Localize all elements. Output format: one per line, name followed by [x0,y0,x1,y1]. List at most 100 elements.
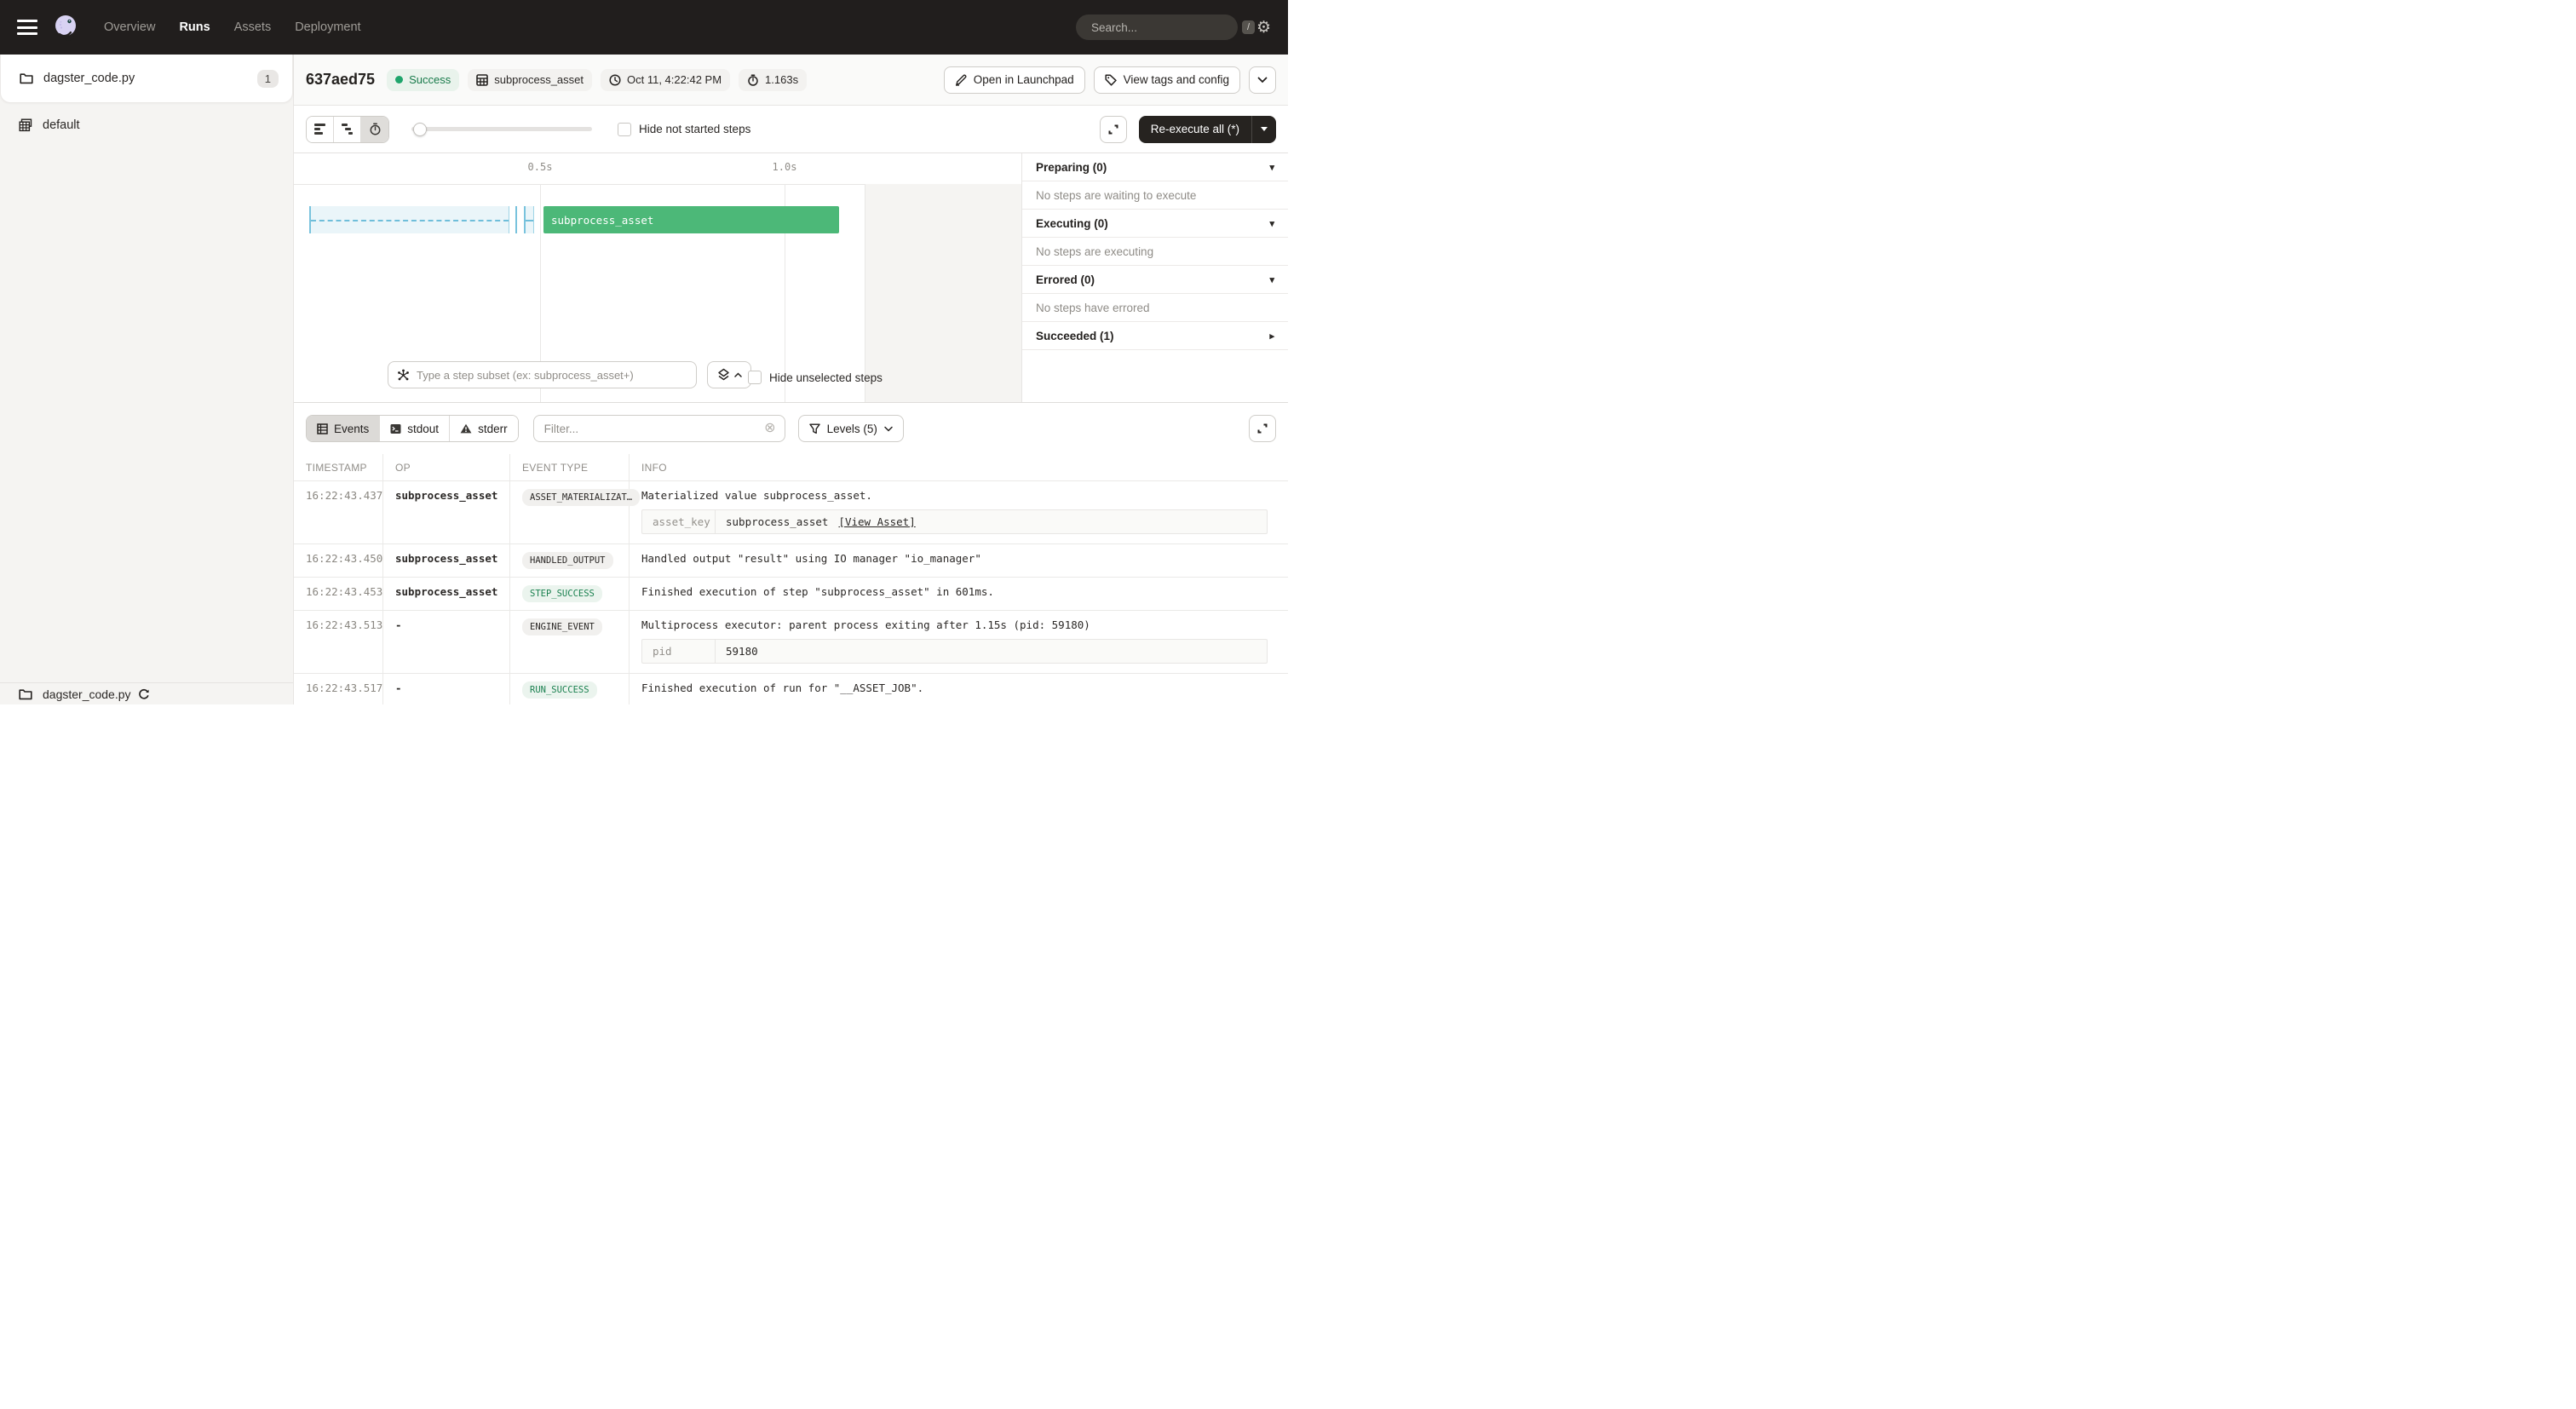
panel-empty-text: No steps are executing [1036,245,1153,258]
gantt-waiting-segment [524,206,534,233]
expand-icon [1107,124,1119,135]
panel-section-preparing[interactable]: Preparing (0) ▾ [1022,153,1288,181]
asset-chip[interactable]: subprocess_asset [468,69,592,91]
levels-filter-button[interactable]: Levels (5) [798,415,904,442]
settings-gear-icon[interactable]: ⚙ [1256,20,1271,36]
run-status-badge: Success [387,69,459,91]
hide-not-started-checkbox[interactable] [618,123,631,136]
view-tags-config-button[interactable]: View tags and config [1094,66,1240,94]
gantt-tick-1-0s: 1.0s [773,161,797,173]
view-mode-timed-button[interactable] [361,117,388,142]
metadata-value: subprocess_asset[View Asset] [716,510,926,533]
dagster-logo-icon[interactable] [51,13,80,42]
metadata-value: 59180 [716,640,768,663]
step-subset-input[interactable] [417,369,687,382]
log-filter-input[interactable] [544,423,765,435]
metadata-key: pid [642,640,716,663]
tab-stderr[interactable]: stderr [450,416,518,441]
caret-collapsed-icon: ▸ [1269,331,1274,342]
run-more-actions-button[interactable] [1249,66,1276,94]
panel-section-title: Succeeded (1) [1036,330,1114,342]
gantt-fullscreen-button[interactable] [1100,116,1127,143]
reexecute-menu-button[interactable] [1252,116,1276,143]
col-header-timestamp: TIMESTAMP [294,454,383,480]
events-table-icon [317,423,328,434]
levels-filter-label: Levels (5) [827,423,877,435]
run-duration-chip: 1.163s [739,69,807,91]
event-op: subprocess_asset [383,481,510,543]
col-header-info: INFO [630,454,1288,480]
event-row[interactable]: 16:22:43.453 subprocess_asset STEP_SUCCE… [294,578,1288,611]
view-mode-waterfall-button[interactable] [334,117,361,142]
view-tags-config-label: View tags and config [1124,73,1229,86]
logs-toolbar: Events stdout stderr ⊗ [294,403,1288,454]
nav-link-overview[interactable]: Overview [104,20,155,34]
event-row[interactable]: 16:22:43.517 - RUN_SUCCESS Finished exec… [294,674,1288,704]
job-name: default [43,118,80,132]
run-logs-section: Events stdout stderr ⊗ [294,402,1288,704]
event-row[interactable]: 16:22:43.513 - ENGINE_EVENT Multiprocess… [294,611,1288,674]
gantt-chart: 0.5s 1.0s subprocess_asset [294,153,1021,402]
run-header: 637aed75 Success subprocess_asset Oct 11… [294,55,1288,106]
expand-icon [1256,423,1268,434]
hide-unselected-label: Hide unselected steps [769,371,883,384]
open-in-launchpad-button[interactable]: Open in Launchpad [944,66,1085,94]
event-row[interactable]: 16:22:43.450 subprocess_asset HANDLED_OU… [294,544,1288,578]
gantt-zoom-slider[interactable] [411,127,592,131]
global-search[interactable]: / [1076,14,1238,40]
folder-icon [19,688,32,700]
event-timestamp: 16:22:43.513 [294,611,383,673]
graph-query-options-button[interactable] [707,361,751,388]
event-type-badge: STEP_SUCCESS [522,585,602,602]
metadata-key: asset_key [642,510,716,533]
layers-icon [717,368,730,382]
slider-thumb[interactable] [413,123,427,136]
sidebar-item-default-job[interactable]: default [0,103,293,147]
gantt-after-run-shade [865,184,1021,402]
panel-section-errored[interactable]: Errored (0) ▾ [1022,266,1288,294]
sidebar-code-location[interactable]: dagster_code.py 1 [0,55,293,103]
event-op: subprocess_asset [383,544,510,577]
gantt-step-bar[interactable]: subprocess_asset [543,206,839,233]
hamburger-menu-icon[interactable] [17,20,37,35]
hide-unselected-checkbox[interactable] [748,371,762,384]
logs-fullscreen-button[interactable] [1249,415,1276,442]
search-shortcut-key: / [1242,20,1255,34]
nav-link-assets[interactable]: Assets [234,20,272,34]
reexecute-all-button[interactable]: Re-execute all (*) [1139,116,1252,143]
event-op: subprocess_asset [383,578,510,610]
chevron-up-icon [734,372,742,377]
nav-link-runs[interactable]: Runs [179,20,210,34]
op-selector-icon [397,369,410,382]
clear-filter-icon[interactable]: ⊗ [764,422,775,435]
step-subset-inputbox[interactable] [388,361,697,388]
caret-down-icon [1261,127,1268,131]
view-mode-flat-button[interactable] [307,117,334,142]
reload-location-icon[interactable] [138,688,150,700]
event-timestamp: 16:22:43.450 [294,544,383,577]
run-duration: 1.163s [765,73,798,86]
main-nav-links: Overview Runs Assets Deployment [104,20,361,34]
top-nav-bar: Overview Runs Assets Deployment / ⚙ [0,0,1288,55]
step-status-panel: Preparing (0) ▾ No steps are waiting to … [1021,153,1288,402]
tag-icon [1105,74,1117,86]
nav-link-deployment[interactable]: Deployment [295,20,360,34]
terminal-icon [390,423,401,434]
warning-triangle-icon [460,423,472,434]
hide-not-started-checkbox-row[interactable]: Hide not started steps [618,123,750,136]
open-in-launchpad-label: Open in Launchpad [974,73,1074,86]
view-asset-link[interactable]: [View Asset] [838,515,915,528]
tab-events[interactable]: Events [307,416,380,441]
panel-empty-text: No steps are waiting to execute [1036,189,1196,202]
gantt-toolbar: Hide not started steps Re-execute all (*… [294,106,1288,153]
log-filter-box[interactable]: ⊗ [533,415,785,442]
footer-location-name: dagster_code.py [43,687,131,701]
event-row[interactable]: 16:22:43.437 subprocess_asset ASSET_MATE… [294,481,1288,544]
panel-section-executing[interactable]: Executing (0) ▾ [1022,210,1288,238]
reexecute-split-button: Re-execute all (*) [1139,116,1276,143]
panel-section-succeeded[interactable]: Succeeded (1) ▸ [1022,322,1288,350]
tab-stdout[interactable]: stdout [380,416,450,441]
gantt-view-mode-group [306,116,389,143]
hide-unselected-checkbox-row[interactable]: Hide unselected steps [748,371,883,384]
search-input[interactable] [1091,21,1242,34]
